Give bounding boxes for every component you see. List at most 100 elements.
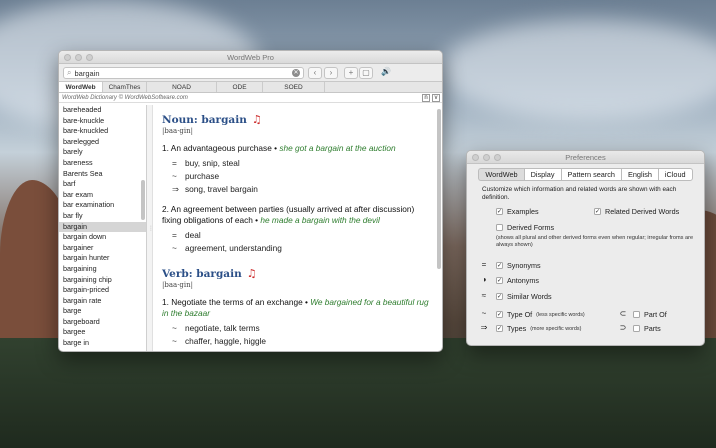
close-button[interactable]: [472, 154, 479, 161]
word-list-item[interactable]: bar fly: [59, 211, 146, 222]
word-list-item[interactable]: Barents Sea: [59, 169, 146, 180]
clear-search-icon[interactable]: ✕: [292, 69, 300, 77]
types-option[interactable]: ✓ Types (more specific words): [496, 324, 581, 333]
related-words-link[interactable]: chaffer, haggle, higgle: [185, 335, 266, 348]
word-list-item[interactable]: bargee: [59, 327, 146, 338]
tab-wordweb[interactable]: WordWeb: [59, 82, 103, 92]
minimize-button[interactable]: [75, 54, 82, 61]
related-words-link[interactable]: agreement, understanding: [185, 242, 282, 255]
book-icon[interactable]: ▢: [359, 67, 373, 79]
wordweb-window: WordWeb Pro ⌕ ✕ ‹ › + ▢ 🔊 WordWeb ChamTh…: [58, 50, 443, 352]
window-title: WordWeb Pro: [227, 53, 274, 62]
verb-filter-button[interactable]: v: [432, 94, 440, 102]
related-derived-option[interactable]: ✓ Related Derived Words: [594, 207, 679, 216]
similar-option[interactable]: ✓ Similar Words: [496, 292, 552, 301]
word-list-item[interactable]: bargain: [59, 221, 146, 233]
examples-option[interactable]: ✓ Examples: [496, 207, 539, 216]
related-words-link[interactable]: deal: [185, 229, 201, 242]
word-list-item[interactable]: bargain down: [59, 232, 146, 243]
related-words-link[interactable]: buy, snip, steal: [185, 157, 240, 170]
related-words-link[interactable]: negotiate, talk terms: [185, 322, 260, 335]
pref-tab-display[interactable]: Display: [523, 168, 561, 181]
pref-tab-english[interactable]: English: [620, 168, 658, 181]
word-list-item[interactable]: bargainer: [59, 243, 146, 254]
types-checkbox[interactable]: ✓: [496, 325, 503, 332]
related-words-link[interactable]: purchase: [185, 170, 219, 183]
antonyms-checkbox[interactable]: ✓: [496, 277, 503, 284]
word-list-item[interactable]: bargain hunter: [59, 253, 146, 264]
examples-label: Examples: [507, 207, 539, 216]
parts-label: Parts: [644, 324, 661, 333]
parts-checkbox[interactable]: [633, 325, 640, 332]
tab-noad[interactable]: NOAD: [147, 82, 217, 92]
pref-tab-pattern-search[interactable]: Pattern search: [560, 168, 621, 181]
word-list-item[interactable]: bargain rate: [59, 296, 146, 307]
antonyms-option[interactable]: ✓ Antonyms: [496, 276, 539, 285]
derived-forms-checkbox[interactable]: [496, 224, 503, 231]
close-button[interactable]: [64, 54, 71, 61]
forest: [0, 338, 716, 448]
forward-button[interactable]: ›: [324, 67, 338, 79]
word-list-item[interactable]: bargaining chip: [59, 275, 146, 286]
type-of-checkbox[interactable]: ✓: [496, 311, 503, 318]
synonyms-checkbox[interactable]: ✓: [496, 262, 503, 269]
verb-heading: Verb: bargain ♫: [162, 267, 432, 280]
wordweb-titlebar: WordWeb Pro: [59, 51, 442, 64]
pronounce-note-icon[interactable]: ♫: [247, 267, 257, 280]
synonyms-label: Synonyms: [507, 261, 541, 270]
definition-scrollbar[interactable]: [437, 109, 441, 269]
word-list-scrollbar[interactable]: [141, 180, 145, 220]
add-button[interactable]: +: [344, 67, 358, 79]
back-button[interactable]: ‹: [308, 67, 322, 79]
word-list[interactable]: bareheaded bare-knuckle bare-knuckled barel…: [59, 105, 147, 351]
derived-forms-option[interactable]: Derived Forms: [496, 223, 554, 232]
word-list-item[interactable]: barf: [59, 179, 146, 190]
types-note: (more specific words): [530, 325, 582, 332]
related-words: ~ agreement, understanding: [162, 242, 432, 255]
word-list-item[interactable]: bareheaded: [59, 105, 146, 116]
word-list-item[interactable]: bargaining: [59, 264, 146, 275]
info-bar: WordWeb Dictionary © WordWebSoftware.com…: [59, 93, 442, 103]
speaker-icon[interactable]: 🔊: [379, 67, 393, 79]
word-list-item[interactable]: barge: [59, 306, 146, 317]
word-list-item[interactable]: bar exam: [59, 190, 146, 201]
zoom-button[interactable]: [494, 154, 501, 161]
tab-soed[interactable]: SOED: [263, 82, 325, 92]
sense-definition: 1. Negotiate the terms of an exchange • …: [162, 297, 429, 318]
word-list-item[interactable]: bargeboard: [59, 317, 146, 328]
word-list-item[interactable]: bare-knuckle: [59, 116, 146, 127]
word-list-item[interactable]: bargain-priced: [59, 285, 146, 296]
minimize-button[interactable]: [483, 154, 490, 161]
search-box[interactable]: ⌕ ✕: [63, 67, 304, 79]
similar-icon: ≈: [481, 291, 487, 300]
pref-tab-wordweb[interactable]: WordWeb: [478, 168, 524, 181]
examples-checkbox[interactable]: ✓: [496, 208, 503, 215]
part-of-icon: ⊂: [619, 309, 627, 318]
tab-ode[interactable]: ODE: [217, 82, 263, 92]
zoom-button[interactable]: [86, 54, 93, 61]
noun-filter-button[interactable]: n: [422, 94, 430, 102]
synonyms-option[interactable]: ✓ Synonyms: [496, 261, 541, 270]
verb-senses: 1. Negotiate the terms of an exchange • …: [162, 297, 432, 351]
relation-icon: ~: [172, 243, 177, 253]
search-icon: ⌕: [67, 68, 72, 77]
word-list-item[interactable]: barge in: [59, 338, 146, 349]
word-list-item[interactable]: bareness: [59, 158, 146, 169]
part-of-option[interactable]: Part Of: [633, 310, 667, 319]
tab-chamthes[interactable]: ChamThes: [103, 82, 147, 92]
similar-checkbox[interactable]: ✓: [496, 293, 503, 300]
related-words-link[interactable]: song, travel bargain: [185, 183, 258, 196]
pronounce-note-icon[interactable]: ♫: [252, 113, 262, 126]
search-input[interactable]: [74, 68, 235, 78]
type-of-option[interactable]: ✓ Type Of (less specific words): [496, 310, 585, 319]
related-words: ⇒ song, travel bargain: [162, 183, 432, 196]
word-list-item[interactable]: bare-knuckled: [59, 126, 146, 137]
related-derived-checkbox[interactable]: ✓: [594, 208, 601, 215]
word-list-item[interactable]: barelegged: [59, 137, 146, 148]
word-list-item[interactable]: barely: [59, 147, 146, 158]
type-of-label: Type Of: [507, 310, 533, 319]
pref-tab-icloud[interactable]: iCloud: [657, 168, 693, 181]
parts-option[interactable]: Parts: [633, 324, 661, 333]
word-list-item[interactable]: bar examination: [59, 200, 146, 211]
part-of-checkbox[interactable]: [633, 311, 640, 318]
